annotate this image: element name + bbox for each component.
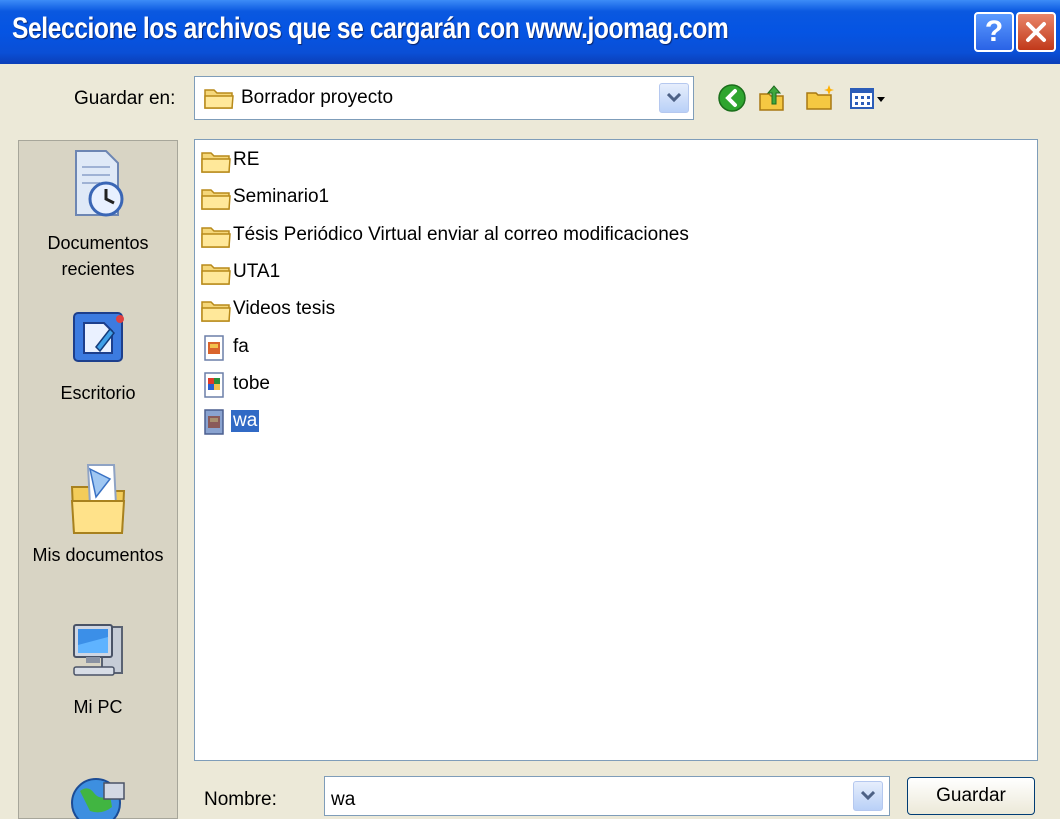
my-documents-icon <box>70 464 126 534</box>
my-computer-icon <box>73 624 123 676</box>
file-name: wa <box>231 410 260 432</box>
current-folder: Borrador proyecto <box>241 87 394 108</box>
title-bar[interactable]: Seleccione los archivos que se cargarán … <box>0 0 1060 64</box>
filename-input[interactable]: wa <box>324 776 890 816</box>
close-icon <box>1026 22 1046 42</box>
image-file-icon <box>204 372 224 398</box>
document-file-icon <box>204 335 224 361</box>
new-folder-icon[interactable] <box>804 82 836 114</box>
file-name: Seminario1 <box>233 186 330 207</box>
filename-value: wa <box>331 789 356 810</box>
place-label: Mi PC <box>73 697 123 717</box>
file-name: RE <box>233 149 260 170</box>
window-title: Seleccione los archivos que se cargarán … <box>12 12 729 45</box>
document-file-icon <box>204 409 224 435</box>
help-button[interactable]: ? <box>974 12 1014 52</box>
place-desktop[interactable]: Escritorio <box>19 307 177 406</box>
view-menu-icon[interactable] <box>848 82 892 114</box>
place-label: Escritorio <box>60 383 136 403</box>
place-my-computer[interactable]: Mi PC <box>19 617 177 720</box>
file-list[interactable]: RE Seminario1 Tésis Periódico Virtual en… <box>194 139 1038 761</box>
save-in-combo[interactable]: Borrador proyecto <box>194 76 694 120</box>
filename-label: Nombre: <box>204 789 277 810</box>
folder-icon <box>201 264 231 285</box>
save-in-label: Guardar en: <box>74 88 176 109</box>
close-button[interactable] <box>1016 12 1056 52</box>
place-label: Mis documentos <box>32 545 164 565</box>
file-name: fa <box>233 336 249 357</box>
place-my-documents[interactable]: Mis documentos <box>19 457 177 568</box>
folder-icon <box>201 301 231 322</box>
place-recent-documents[interactable]: Documentos recientes <box>19 145 177 282</box>
file-name: Videos tesis <box>233 298 336 319</box>
save-button[interactable]: Guardar <box>907 777 1035 815</box>
file-name: tobe <box>233 373 270 394</box>
folder-icon <box>201 189 231 210</box>
file-name: UTA1 <box>233 261 281 282</box>
folder-icon <box>201 227 231 248</box>
file-save-dialog: Seleccione los archivos que se cargarán … <box>0 0 1060 819</box>
chevron-down-icon <box>861 791 875 801</box>
places-bar: Documentos recientes Escritorio Mis docu… <box>18 140 178 819</box>
chevron-down-icon <box>667 93 681 103</box>
place-network[interactable] <box>19 771 177 819</box>
folder-icon <box>201 152 231 173</box>
up-folder-icon[interactable] <box>756 82 788 114</box>
back-icon[interactable] <box>716 82 748 114</box>
folder-icon <box>204 89 234 109</box>
network-places-icon <box>71 778 125 819</box>
place-label: Documentos recientes <box>47 233 149 279</box>
desktop-icon <box>73 312 124 362</box>
recent-documents-icon <box>75 150 124 217</box>
save-in-dropdown-arrow[interactable] <box>659 83 689 113</box>
filename-dropdown-arrow[interactable] <box>853 781 883 811</box>
file-name: Tésis Periódico Virtual enviar al correo… <box>233 224 689 245</box>
